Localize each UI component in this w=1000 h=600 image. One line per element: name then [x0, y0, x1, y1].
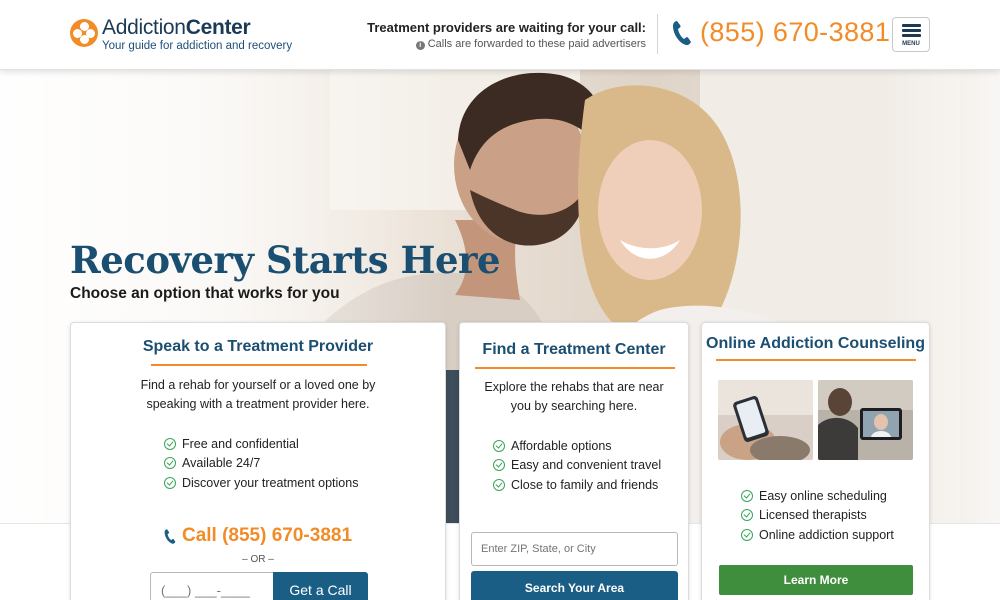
list-item: Discover your treatment options: [164, 473, 358, 493]
callback-phone-input[interactable]: [150, 572, 273, 600]
list-item: Close to family and friends: [493, 475, 661, 495]
find-treatment-center-card: Find a Treatment Center Explore the reha…: [459, 322, 689, 600]
check-circle-icon: [164, 476, 176, 489]
or-separator: – OR –: [242, 554, 274, 565]
list-item: Easy and convenient travel: [493, 456, 661, 476]
logo-title: AddictionCenter: [102, 16, 251, 39]
check-circle-icon: [741, 509, 753, 522]
menu-button[interactable]: MENU: [892, 17, 930, 52]
check-circle-icon: [493, 439, 505, 452]
check-circle-icon: [741, 528, 753, 541]
find-feature-list: Affordable options Easy and convenient t…: [493, 436, 661, 495]
logo-tagline: Your guide for addiction and recovery: [102, 40, 293, 52]
check-circle-icon: [493, 478, 505, 491]
list-item: Easy online scheduling: [741, 486, 894, 506]
list-item: Affordable options: [493, 436, 661, 456]
phone-icon: [164, 528, 176, 544]
speak-card-underline: [151, 364, 367, 366]
online-counseling-card: Online Addiction Counseling Easy online …: [701, 322, 930, 600]
speak-card-title: Speak to a Treatment Provider: [142, 338, 374, 355]
call-provider-link[interactable]: Call (855) 670-3881: [71, 525, 445, 547]
header-phone-number: (855) 670-3881: [700, 17, 891, 47]
list-item: Available 24/7: [164, 454, 358, 474]
callout-sub-text: i Calls are forwarded to these paid adver…: [367, 38, 646, 50]
site-header: AddictionCenter Your guide for addiction…: [0, 0, 1000, 70]
phone-app-thumbnail: [718, 380, 813, 460]
hero-subtitle: Choose an option that works for you: [70, 285, 340, 302]
location-search-input[interactable]: [471, 532, 678, 566]
find-card-title: Find a Treatment Center: [482, 341, 666, 358]
check-circle-icon: [493, 459, 505, 472]
speak-card-description: Find a rehab for yourself or a loved one…: [140, 378, 376, 411]
check-circle-icon: [164, 457, 176, 470]
list-item: Online addiction support: [741, 525, 894, 545]
search-your-area-button[interactable]: Search Your Area: [471, 571, 678, 600]
menu-label: MENU: [902, 41, 920, 47]
learn-more-button[interactable]: Learn More: [719, 565, 913, 595]
phone-icon: [673, 20, 691, 45]
list-item: Free and confidential: [164, 434, 358, 454]
info-icon[interactable]: i: [415, 41, 425, 50]
hero-title: Recovery Starts Here: [70, 238, 501, 282]
check-circle-icon: [741, 489, 753, 502]
list-item: Licensed therapists: [741, 506, 894, 526]
provider-callout: Treatment providers are waiting for your…: [367, 20, 646, 50]
hamburger-icon: [902, 24, 921, 27]
online-card-title: Online Addiction Counseling: [706, 335, 925, 352]
speak-feature-list: Free and confidential Available 24/7 Dis…: [164, 434, 358, 493]
header-divider: [657, 14, 658, 54]
online-feature-list: Easy online scheduling Licensed therapis…: [741, 486, 894, 545]
callback-form: Get a Call: [150, 572, 368, 600]
video-call-thumbnail: [818, 380, 913, 460]
get-a-call-button[interactable]: Get a Call: [273, 572, 368, 600]
logo-mark-icon: [70, 19, 98, 47]
speak-to-provider-card: Speak to a Treatment Provider Find a reh…: [70, 322, 446, 600]
header-phone-link[interactable]: (855) 670-3881: [672, 17, 890, 48]
check-circle-icon: [164, 437, 176, 450]
find-card-description: Explore the rehabs that are near you by …: [484, 380, 664, 413]
site-logo[interactable]: AddictionCenter Your guide for addiction…: [70, 17, 292, 52]
online-card-underline: [716, 359, 916, 361]
find-card-underline: [475, 367, 675, 369]
callout-main-text: Treatment providers are waiting for your…: [367, 20, 646, 35]
